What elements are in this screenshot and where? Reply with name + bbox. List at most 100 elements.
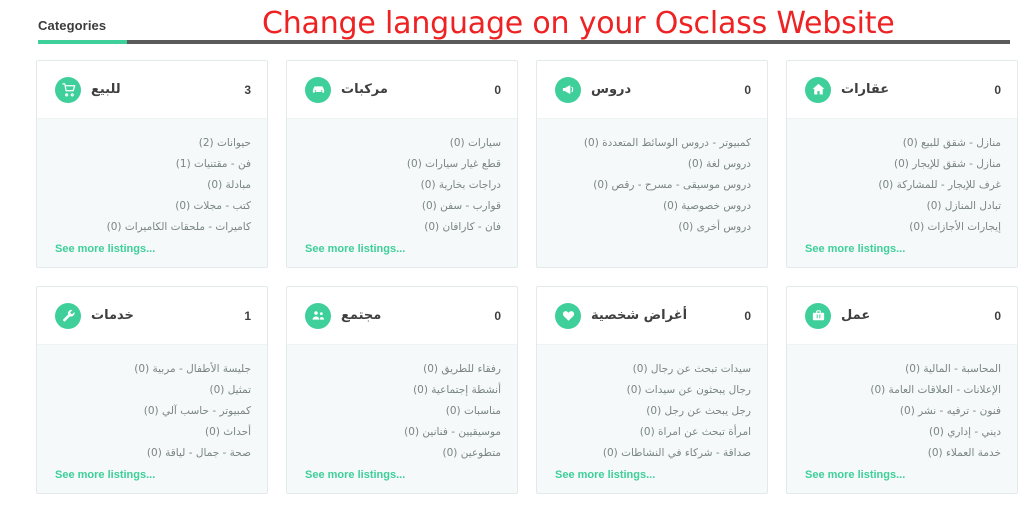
subcategory-item[interactable]: كمبيوتر - حاسب آلي (0) — [55, 401, 251, 422]
category-subcategory-list: سيارات (0) قطع غيار سيارات (0) دراجات بخار… — [287, 119, 517, 267]
category-card-header: خدمات 1 — [37, 287, 267, 345]
subcategory-item[interactable]: سيارات (0) — [305, 133, 501, 154]
category-count: 0 — [994, 308, 1001, 323]
category-count: 0 — [744, 308, 751, 323]
category-name[interactable]: دروس — [591, 82, 738, 97]
category-card-header: أغراض شخصية 0 — [537, 287, 767, 345]
category-card-header: دروس 0 — [537, 61, 767, 119]
category-count: 3 — [244, 82, 251, 97]
category-count: 0 — [494, 82, 501, 97]
subcategory-item[interactable]: حيوانات (2) — [55, 133, 251, 154]
category-card: أغراض شخصية 0 سيدات تبحث عن رجال (0) رجال ي… — [536, 286, 768, 494]
category-name[interactable]: عمل — [841, 308, 988, 323]
category-subcategory-list: كمبيوتر - دروس الوسائط المتعددة (0) دروس … — [537, 119, 767, 267]
subcategory-item[interactable]: غرف للإيجار - للمشاركة (0) — [805, 175, 1001, 196]
category-card: دروس 0 كمبيوتر - دروس الوسائط المتعددة (0)… — [536, 60, 768, 268]
category-name[interactable]: أغراض شخصية — [591, 308, 738, 323]
subcategory-item[interactable]: كاميرات - ملحقات الكاميرات (0) — [55, 217, 251, 238]
subcategory-item[interactable]: دراجات بخارية (0) — [305, 175, 501, 196]
subcategory-item[interactable]: فنون - ترفيه - نشر (0) — [805, 401, 1001, 422]
subcategory-item[interactable]: المحاسبة - المالية (0) — [805, 359, 1001, 380]
subcategory-item[interactable]: تبادل المنازل (0) — [805, 196, 1001, 217]
see-more-listings-link[interactable]: See more listings... — [555, 469, 751, 481]
subcategory-item[interactable]: دروس خصوصية (0) — [555, 196, 751, 217]
subcategory-item[interactable]: صداقة - شركاء في النشاطات (0) — [555, 443, 751, 464]
category-name[interactable]: للبيع — [91, 82, 238, 97]
see-more-listings-link[interactable]: See more listings... — [805, 469, 1001, 481]
category-card-header: عمل 0 — [787, 287, 1017, 345]
subcategory-item[interactable]: صحة - جمال - لياقة (0) — [55, 443, 251, 464]
see-more-listings-link[interactable]: See more listings... — [805, 243, 1001, 255]
see-more-listings-link[interactable]: See more listings... — [55, 469, 251, 481]
header-divider — [38, 40, 1010, 44]
subcategory-item[interactable]: ديني - إداري (0) — [805, 422, 1001, 443]
subcategory-item[interactable]: كتب - مجلات (0) — [55, 196, 251, 217]
subcategory-item[interactable]: سيدات تبحث عن رجال (0) — [555, 359, 751, 380]
category-name[interactable]: خدمات — [91, 308, 238, 323]
briefcase-icon — [805, 302, 831, 329]
subcategory-item[interactable]: متطوعين (0) — [305, 443, 502, 464]
category-count: 0 — [994, 82, 1001, 97]
subcategory-item[interactable]: رفقاء للطريق (0) — [305, 359, 501, 380]
subcategory-item[interactable]: إيجارات الأجازات (0) — [805, 217, 1001, 238]
page-header: Categories Change language on your Oscla… — [0, 0, 1024, 48]
category-name[interactable]: مركبات — [341, 82, 488, 97]
category-card-header: عقارات 0 — [787, 61, 1017, 119]
subcategory-item[interactable]: قوارب - سفن (0) — [305, 196, 501, 217]
subcategory-item[interactable]: منازل - شقق للبيع (0) — [805, 133, 1001, 154]
category-subcategory-list: المحاسبة - المالية (0) الإعلانات - العلاق… — [787, 345, 1017, 493]
users-icon — [305, 302, 331, 329]
subcategory-item[interactable]: رجل يبحث عن رجل (0) — [555, 401, 751, 422]
subcategory-item[interactable]: منازل - شقق للإيجار (0) — [805, 154, 1001, 175]
category-card: مجتمع 0 رفقاء للطريق (0) أنشطة إجتماعية (0)… — [286, 286, 518, 494]
car-icon — [305, 76, 331, 103]
category-card: مركبات 0 سيارات (0) قطع غيار سيارات (0) دراج… — [286, 60, 518, 268]
category-subcategory-list: سيدات تبحث عن رجال (0) رجال يبحثون عن سيد… — [537, 345, 767, 493]
category-card-header: للبيع 3 — [37, 61, 267, 119]
category-name[interactable]: عقارات — [841, 82, 988, 97]
category-card: للبيع 3 حيوانات (2) فن - مقتنيات (1) مبادلة … — [36, 60, 268, 268]
category-name[interactable]: مجتمع — [341, 308, 488, 323]
categories-page: Categories Change language on your Oscla… — [0, 0, 1024, 526]
subcategory-item[interactable]: فن - مقتنيات (1) — [55, 154, 251, 175]
category-subcategory-list: جليسة الأطفال - مربية (0) تمثيل (0) كمبيوت… — [37, 345, 267, 493]
subcategory-item[interactable]: دروس موسيقى - مسرح - رقص (0) — [555, 175, 751, 196]
category-count: 1 — [244, 308, 251, 323]
category-count: 0 — [494, 308, 501, 323]
subcategory-item[interactable]: كمبيوتر - دروس الوسائط المتعددة (0) — [555, 133, 751, 154]
category-card-header: مركبات 0 — [287, 61, 517, 119]
wrench-icon — [55, 302, 81, 329]
subcategory-item[interactable]: خدمة العملاء (0) — [805, 443, 1001, 464]
home-icon — [805, 76, 831, 103]
subcategory-item[interactable]: أنشطة إجتماعية (0) — [305, 380, 501, 401]
subcategory-item[interactable]: أحداث (0) — [55, 422, 251, 443]
category-subcategory-list: حيوانات (2) فن - مقتنيات (1) مبادلة (0) كتب… — [37, 119, 267, 267]
subcategory-item[interactable]: الإعلانات - العلاقات العامة (0) — [805, 380, 1001, 401]
shopping-cart-icon — [55, 76, 81, 103]
subcategory-item[interactable]: دروس أخرى (0) — [555, 217, 751, 238]
subcategory-item[interactable]: جليسة الأطفال - مربية (0) — [55, 359, 251, 380]
subcategory-item[interactable]: دروس لغة (0) — [555, 154, 751, 175]
annotation-overlay-text: Change language on your Osclass Website — [262, 6, 895, 41]
see-more-listings-link[interactable]: See more listings... — [305, 469, 501, 481]
subcategory-item[interactable]: امرأة تبحث عن امراة (0) — [555, 422, 751, 443]
subcategory-item[interactable]: مناسبات (0) — [305, 401, 501, 422]
subcategory-item[interactable]: تمثيل (0) — [55, 380, 251, 401]
megaphone-icon — [555, 76, 581, 103]
subcategory-item[interactable]: فان - كارافان (0) — [305, 217, 501, 238]
category-subcategory-list: منازل - شقق للبيع (0) منازل - شقق للإيجار… — [787, 119, 1017, 267]
category-card-header: مجتمع 0 — [287, 287, 517, 345]
see-more-listings-link[interactable]: See more listings... — [305, 243, 501, 255]
page-title: Categories — [38, 18, 107, 33]
subcategory-item[interactable]: قطع غيار سيارات (0) — [305, 154, 501, 175]
category-count: 0 — [744, 82, 751, 97]
subcategory-item[interactable]: موسيقيين - فنانين (0) — [305, 422, 501, 443]
subcategory-item[interactable]: رجال يبحثون عن سيدات (0) — [555, 380, 751, 401]
header-divider-accent — [38, 40, 127, 44]
categories-grid: للبيع 3 حيوانات (2) فن - مقتنيات (1) مبادلة … — [0, 60, 1024, 494]
see-more-listings-link[interactable]: See more listings... — [55, 243, 251, 255]
category-card: عمل 0 المحاسبة - المالية (0) الإعلانات - ال… — [786, 286, 1018, 494]
subcategory-item[interactable]: مبادلة (0) — [55, 175, 251, 196]
category-card: خدمات 1 جليسة الأطفال - مربية (0) تمثيل (0)… — [36, 286, 268, 494]
heart-icon — [555, 302, 581, 329]
